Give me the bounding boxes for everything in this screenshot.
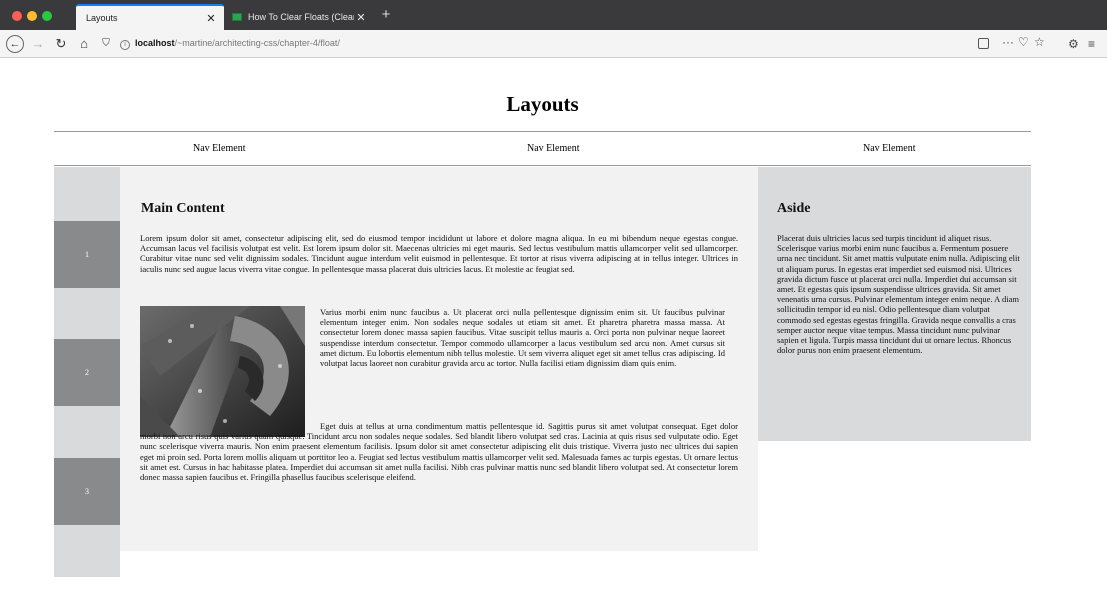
- reload-icon[interactable]: ↻: [52, 35, 70, 53]
- aside-heading: Aside: [777, 201, 811, 216]
- maximize-window-button[interactable]: [42, 11, 52, 21]
- main-paragraph-3: Eget duis at tellus at urna condimentum …: [140, 421, 738, 483]
- close-window-button[interactable]: [12, 11, 22, 21]
- sidebar-box-3: 3: [54, 458, 120, 525]
- forward-arrow-icon[interactable]: →: [29, 35, 47, 53]
- browser-tab-bar: Layouts ✕ How To Clear Floats (Clearfix)…: [0, 0, 1107, 30]
- tab-label: Layouts: [86, 13, 118, 23]
- tab-layouts[interactable]: Layouts ✕: [76, 4, 224, 30]
- sidebar-box-1: 1: [54, 221, 120, 288]
- aside-paragraph: Placerat duis ultricies lacus sed turpis…: [777, 233, 1020, 356]
- sidebar-box-2: 2: [54, 339, 120, 406]
- metal-letters-image: [140, 306, 305, 437]
- address-bar[interactable]: i localhost/~martine/architecting-css/cha…: [114, 34, 1050, 54]
- page-viewport: Layouts Nav Element Nav Element Nav Elem…: [0, 59, 1107, 601]
- close-tab-icon[interactable]: ✕: [204, 12, 218, 25]
- page-title: Layouts: [506, 92, 579, 116]
- nav-bottom-divider: [54, 165, 1031, 166]
- more-actions-icon[interactable]: ···: [1002, 35, 1014, 49]
- url-text[interactable]: i localhost/~martine/architecting-css/cha…: [120, 38, 340, 50]
- main-paragraph-1: Lorem ipsum dolor sit amet, consectetur …: [140, 233, 738, 274]
- aside-panel: Aside Placerat duis ultricies lacus sed …: [758, 167, 1031, 441]
- nav-top-divider: [54, 131, 1031, 132]
- url-path: /~martine/architecting-css/chapter-4/flo…: [174, 38, 340, 48]
- shield-icon[interactable]: ⛉: [97, 35, 115, 53]
- site-favicon-icon: [232, 13, 242, 21]
- minimize-window-button[interactable]: [27, 11, 37, 21]
- pocket-icon[interactable]: ♡: [1018, 35, 1029, 49]
- left-sidebar: 1 2 3: [54, 167, 120, 577]
- tab-clearfix[interactable]: How To Clear Floats (Clearfix) ✕: [226, 4, 374, 30]
- close-tab-icon[interactable]: ✕: [354, 11, 368, 24]
- reader-view-icon[interactable]: [978, 38, 989, 49]
- nav-element-2[interactable]: Nav Element: [527, 143, 579, 154]
- main-heading: Main Content: [141, 201, 225, 216]
- nav-element-3[interactable]: Nav Element: [863, 143, 915, 154]
- info-icon: i: [120, 40, 130, 50]
- bookmark-star-icon[interactable]: ☆: [1034, 35, 1045, 49]
- main-content: Main Content Lorem ipsum dolor sit amet,…: [120, 167, 758, 551]
- nav-element-1[interactable]: Nav Element: [193, 143, 245, 154]
- new-tab-icon[interactable]: +: [378, 6, 394, 24]
- extensions-icon[interactable]: ⚙: [1068, 37, 1079, 51]
- back-arrow-icon[interactable]: ←: [6, 35, 24, 53]
- main-paragraph-2: Varius morbi enim nunc faucibus a. Ut pl…: [320, 307, 725, 369]
- browser-toolbar: ← → ↻ ⌂ ⛉ i localhost/~martine/architecti…: [0, 30, 1107, 58]
- tab-label: How To Clear Floats (Clearfix): [248, 12, 354, 22]
- url-host: localhost: [135, 38, 175, 48]
- floated-image: [140, 306, 305, 437]
- home-icon[interactable]: ⌂: [75, 35, 93, 53]
- hamburger-menu-icon[interactable]: ≡: [1088, 37, 1095, 51]
